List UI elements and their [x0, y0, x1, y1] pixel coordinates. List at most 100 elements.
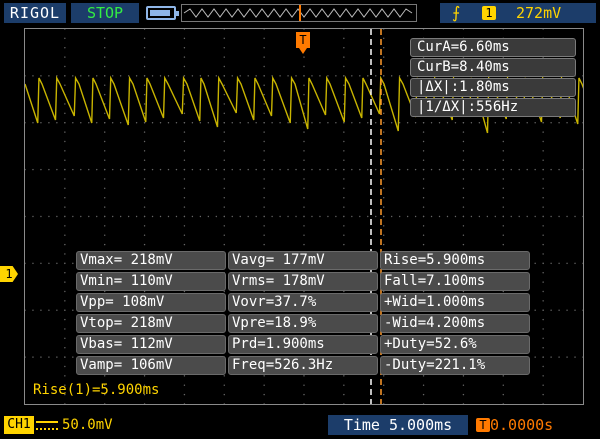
grid-dot [502, 159, 504, 161]
grid-dot [303, 168, 305, 171]
grid-dot [263, 178, 265, 180]
grid-dot [24, 168, 26, 171]
measurement-cell: Vamp= 106mV [76, 356, 226, 375]
grid-dot [135, 168, 138, 171]
grid-dot [104, 403, 106, 405]
grid-dot [383, 75, 385, 77]
grid-dot [375, 75, 377, 77]
grid-dot [72, 75, 74, 77]
grid-dot [104, 140, 106, 143]
trigger-position-marker[interactable]: T [296, 32, 310, 54]
grid-dot [383, 28, 385, 30]
battery-icon [146, 6, 179, 20]
grid-dot [64, 365, 66, 368]
grid-dot [64, 122, 66, 124]
grid-dot [542, 281, 544, 283]
grid-dot [502, 28, 504, 30]
channel-1-badge[interactable]: CH1 [4, 416, 34, 434]
grid-dot [223, 112, 225, 115]
grid-dot [383, 393, 385, 396]
grid-dot [422, 159, 425, 161]
grid-dot [343, 65, 345, 68]
grid-dot [383, 112, 385, 115]
grid-dot [303, 103, 305, 105]
measurement-cell: Vmin= 110mV [76, 272, 226, 291]
grid-dot [80, 215, 82, 218]
grid-dot [104, 56, 106, 58]
grid-dot [486, 215, 489, 218]
grid-dot [438, 215, 441, 218]
grid-dot [383, 178, 385, 180]
grid-dot [223, 84, 225, 86]
grid-dot [542, 347, 544, 349]
grid-dot [558, 168, 560, 171]
grid-dot [96, 168, 98, 171]
grid-dot [104, 37, 106, 40]
timebase-readout[interactable]: Time 5.000ms [328, 415, 468, 435]
grid-dot [247, 75, 249, 77]
run-state-button[interactable]: STOP [71, 3, 139, 23]
grid-dot [383, 47, 385, 49]
grid-dot [510, 168, 512, 171]
grid-dot [223, 234, 225, 236]
grid-dot [518, 168, 520, 171]
grid-dot [542, 393, 544, 396]
grid-dot [96, 75, 98, 77]
grid-dot [183, 112, 186, 115]
grid-dot [343, 28, 345, 30]
grid-dot [502, 206, 504, 208]
inverse-delta-x-readout: |1/ΔX|:556Hz [410, 98, 576, 117]
grid-dot [574, 122, 576, 124]
grid-dot [311, 122, 313, 124]
grid-dot [550, 215, 552, 218]
grid-dot [303, 75, 305, 77]
grid-dot [64, 243, 66, 246]
grid-dot [143, 140, 146, 143]
grid-dot [80, 75, 82, 77]
grid-dot [40, 75, 42, 77]
grid-dot [534, 122, 536, 124]
grid-dot [462, 140, 465, 143]
grid-dot [263, 112, 265, 115]
grid-dot [311, 215, 313, 218]
grid-dot [558, 122, 560, 124]
grid-dot [64, 234, 66, 236]
grid-dot [183, 47, 186, 49]
grid-dot [303, 140, 305, 143]
grid-dot [223, 225, 225, 227]
grid-dot [550, 168, 552, 171]
grid-dot [255, 75, 257, 77]
grid-dot [223, 197, 225, 199]
grid-dot [319, 215, 321, 218]
grid-dot [143, 131, 146, 133]
grid-dot [48, 262, 50, 265]
grid-dot [199, 168, 202, 171]
grid-dot [104, 187, 106, 190]
grid-dot [327, 215, 329, 218]
grid-dot [40, 356, 42, 358]
grid-dot [239, 168, 241, 171]
grid-dot [64, 140, 66, 143]
grid-dot [383, 403, 385, 405]
grid-dot [247, 122, 249, 124]
grid-dot [470, 168, 473, 171]
grid-dot [223, 65, 225, 68]
grid-dot [542, 300, 544, 302]
grid-dot [64, 403, 66, 405]
grid-dot [574, 262, 576, 265]
grid-dot [383, 122, 385, 124]
grid-dot [96, 122, 98, 124]
grid-dot [303, 159, 305, 161]
grid-dot [223, 384, 225, 386]
grid-dot [550, 309, 552, 311]
channel-1-ground-marker[interactable]: 1 [0, 266, 18, 282]
grid-dot [183, 206, 186, 208]
grid-dot [422, 384, 425, 386]
grid-dot [207, 168, 210, 171]
grid-dot [478, 122, 481, 124]
grid-dot [542, 375, 544, 377]
grid-dot [231, 215, 233, 218]
grid-dot [303, 56, 305, 58]
grid-dot [279, 122, 281, 124]
grid-dot [183, 65, 186, 68]
